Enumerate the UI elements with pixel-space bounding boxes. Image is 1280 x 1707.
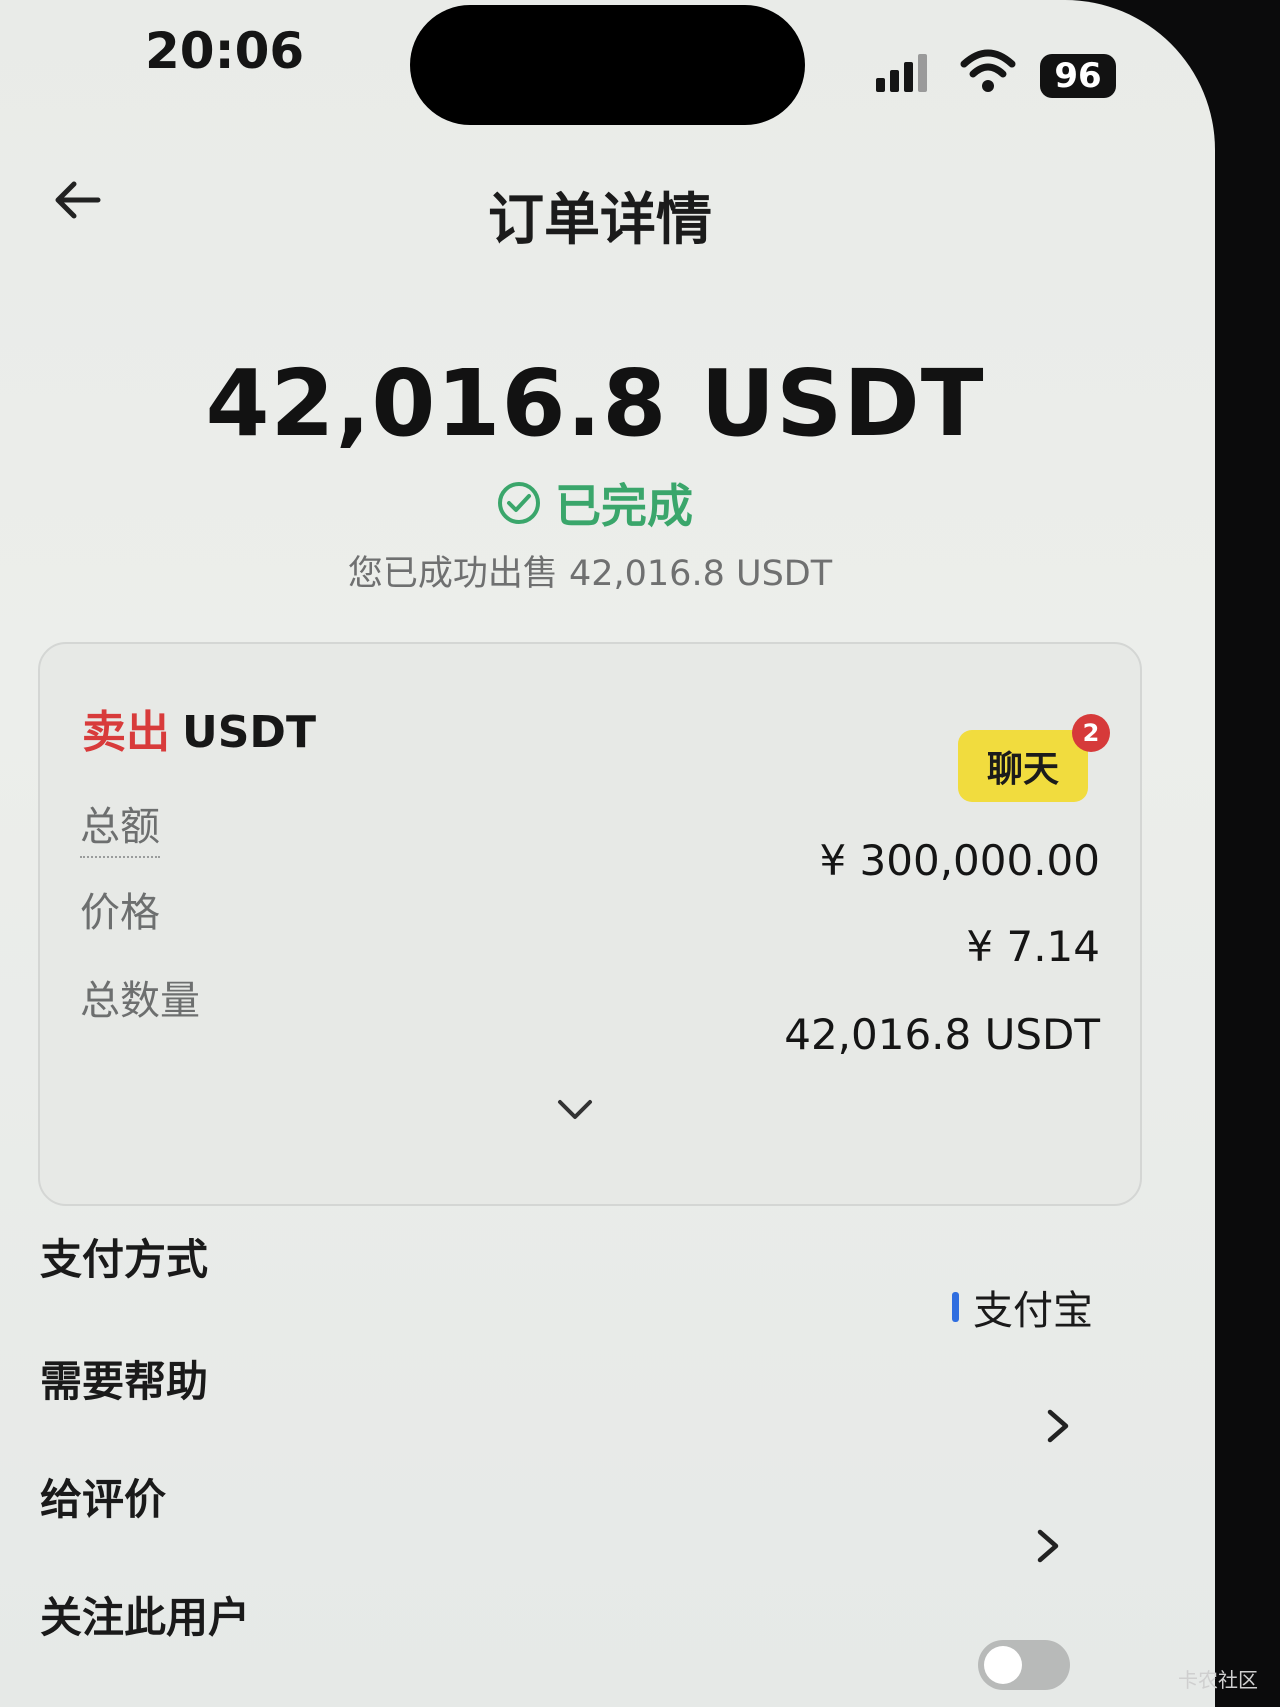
- follow-user-toggle[interactable]: [978, 1640, 1070, 1690]
- toggle-knob: [984, 1646, 1022, 1684]
- quantity-label: 总数量: [80, 978, 200, 1024]
- follow-user-label: 关注此用户: [40, 1593, 251, 1642]
- chat-button[interactable]: 聊天: [958, 730, 1088, 802]
- payment-method-label: 支付方式: [40, 1235, 209, 1284]
- payment-method-value: 支付宝: [952, 1278, 1093, 1336]
- chevron-right-icon[interactable]: [1040, 1404, 1076, 1448]
- total-label[interactable]: 总额: [80, 794, 160, 858]
- help-item[interactable]: 需要帮助: [40, 1348, 208, 1409]
- order-amount: 42,016.8 USDT: [205, 350, 985, 457]
- battery-indicator: 96: [1040, 54, 1116, 98]
- trade-side: 卖出: [82, 707, 170, 758]
- phone-screen: 20:06 96 订单详情 42,016.8 USDT 已完成 您已成功出售 4…: [0, 0, 1215, 1707]
- quantity-value: 42,016.8 USDT: [784, 1010, 1100, 1059]
- cellular-signal-icon: [876, 54, 927, 92]
- price-value: ¥ 7.14: [966, 922, 1100, 971]
- chevron-down-icon[interactable]: [548, 1092, 602, 1128]
- price-label: 价格: [80, 890, 160, 936]
- chevron-right-icon[interactable]: [1030, 1524, 1066, 1568]
- total-value: ¥ 300,000.00: [819, 836, 1100, 885]
- trade-asset: USDT: [182, 707, 316, 758]
- status-subtitle: 您已成功出售 42,016.8 USDT: [347, 554, 833, 594]
- trade-heading: 卖出 USDT: [82, 696, 316, 760]
- status-time: 20:06: [145, 22, 305, 80]
- check-circle-icon: [498, 482, 540, 524]
- payment-method-name: 支付宝: [973, 1288, 1093, 1334]
- status-label: 已完成: [555, 479, 693, 533]
- dynamic-island: [410, 5, 805, 125]
- order-status: 已完成: [0, 470, 1190, 536]
- page-title: 订单详情: [488, 188, 712, 253]
- review-item[interactable]: 给评价: [40, 1466, 166, 1527]
- watermark: 卡农社区: [1178, 1668, 1258, 1692]
- wifi-icon: [960, 49, 1016, 92]
- payment-accent-bar: [952, 1292, 959, 1322]
- chat-unread-badge: 2: [1072, 714, 1110, 752]
- order-card: 卖出 USDT 聊天 2 总额 ¥ 300,000.00 价格 ¥ 7.14 总数…: [38, 642, 1142, 1206]
